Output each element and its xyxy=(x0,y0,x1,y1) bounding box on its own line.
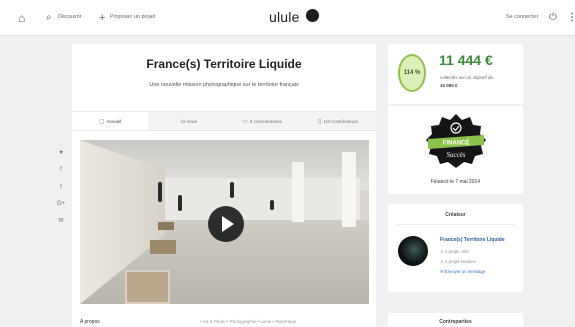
projects-supported-label: 1 projet soutenu xyxy=(445,259,476,264)
funding-card: 114 % 11 444 € collectés sur un objectif… xyxy=(388,44,523,104)
financed-success-seal: FINANCÉ Succès xyxy=(426,114,486,168)
rewards-heading: Contreparties xyxy=(439,319,472,325)
logo-badge-icon xyxy=(306,9,319,22)
project-card: France(s) Territoire Liquide Une nouvell… xyxy=(72,44,376,327)
home-icon[interactable]: ⌂ xyxy=(18,11,25,25)
news-icon: ◌ xyxy=(174,118,179,124)
divider xyxy=(396,224,515,225)
projects-created: ♙ 1 projet créé xyxy=(440,249,469,255)
funding-goal-label: collectés sur un objectif de xyxy=(440,75,494,80)
visitor-figure xyxy=(270,200,274,210)
social-share-rail: ♥ f t G+ ✉ xyxy=(55,148,67,233)
more-icon[interactable]: ⋮ xyxy=(567,11,575,25)
category-tags[interactable]: • Art & Photo • Photographie • Lieux • R… xyxy=(200,319,296,324)
comments-icon: ▭ xyxy=(242,118,248,125)
visitor-figure xyxy=(158,182,162,202)
project-subtitle: Une nouvelle mission photographique sur … xyxy=(149,82,299,88)
gallery-pillar xyxy=(342,152,356,227)
ulule-logo[interactable]: ulule xyxy=(269,9,300,25)
projects-supported: ♙ 1 projet soutenu xyxy=(440,259,476,265)
seal-label-top: FINANCÉ xyxy=(443,139,470,147)
email-icon[interactable]: ✉ xyxy=(55,216,67,233)
google-plus-icon[interactable]: G+ xyxy=(55,199,67,216)
creator-heading: Créateur xyxy=(445,212,466,218)
about-label[interactable]: A propos xyxy=(80,319,100,325)
search-icon[interactable]: ⌕ xyxy=(46,11,52,25)
twitter-icon[interactable]: t xyxy=(55,182,67,199)
favorite-icon[interactable]: ♥ xyxy=(55,148,67,165)
seal-label-bottom: Succès xyxy=(446,151,465,159)
success-card: FINANCÉ Succès Financé le 7 mai 2014 xyxy=(388,106,523,194)
display-box xyxy=(150,240,176,254)
tab-contributors[interactable]: ▯ 110 contributeurs xyxy=(300,112,376,130)
tab-comments[interactable]: ▭ 8 commentaires xyxy=(224,112,300,130)
funded-date: Financé le 7 mai 2014 xyxy=(430,179,481,185)
rewards-card: Contreparties xyxy=(388,313,523,327)
gallery-pillar xyxy=(292,162,304,222)
tab-label: 10 news xyxy=(180,118,198,124)
tab-news[interactable]: ◌ 10 news xyxy=(148,112,224,130)
funding-amount: 11 444 € xyxy=(439,52,493,68)
tab-label: 8 commentaires xyxy=(249,118,282,124)
avatar[interactable] xyxy=(398,236,428,266)
creator-card: Créateur France(s) Territoire Liquide ♙ … xyxy=(388,204,523,292)
tab-home[interactable]: ▢ Accueil xyxy=(72,112,148,130)
funding-goal-value: 10 000 € xyxy=(440,83,458,88)
plus-icon[interactable]: + xyxy=(99,11,105,25)
home-tab-icon: ▢ xyxy=(98,118,105,125)
funding-percent-badge: 114 % xyxy=(398,54,426,92)
tab-label: 110 contributeurs xyxy=(323,118,358,124)
contributors-icon: ▯ xyxy=(318,118,322,125)
power-icon[interactable]: ⏻ xyxy=(549,11,557,25)
top-bar: ⌂ ⌕ Découvrir + Proposer un projet ulule… xyxy=(0,0,575,36)
propose-project-link[interactable]: Proposer un projet xyxy=(110,13,155,21)
visitor-figure xyxy=(230,182,234,198)
project-title: France(s) Territoire Liquide xyxy=(146,57,302,71)
about-strip: A propos • Art & Photo • Photographie • … xyxy=(80,317,369,327)
discover-link[interactable]: Découvrir xyxy=(58,13,82,21)
login-link[interactable]: Se connecter xyxy=(506,13,538,21)
project-tabs: ▢ Accueil ◌ 10 news ▭ 8 commentaires ▯ 1… xyxy=(72,111,376,131)
play-button[interactable] xyxy=(208,206,244,242)
send-message-label: Envoyer un message xyxy=(444,269,486,274)
send-message-link[interactable]: ✉ Envoyer un message xyxy=(440,269,485,275)
display-box xyxy=(125,270,170,304)
project-video[interactable] xyxy=(80,140,369,304)
display-box xyxy=(158,222,174,230)
creator-name-link[interactable]: France(s) Territoire Liquide xyxy=(440,237,505,243)
facebook-icon[interactable]: f xyxy=(55,165,67,182)
projects-created-label: 1 projet créé xyxy=(445,249,469,254)
visitor-figure xyxy=(178,195,182,211)
tab-label: Accueil xyxy=(106,118,122,124)
